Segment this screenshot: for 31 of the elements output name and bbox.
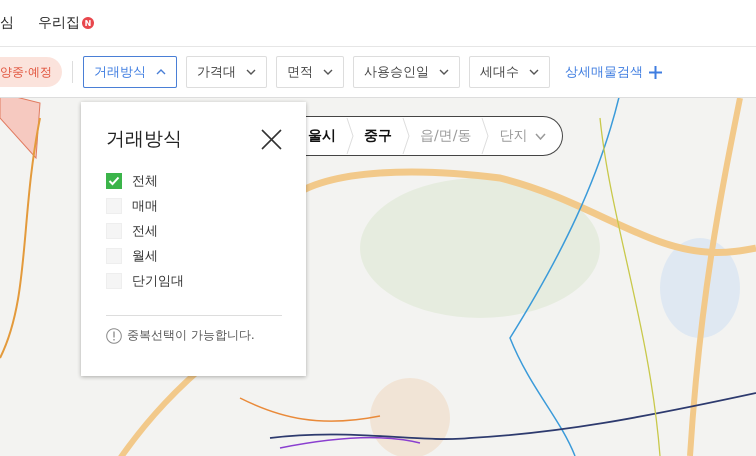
close-button[interactable] — [261, 128, 282, 150]
nav-link[interactable]: 심 — [0, 14, 14, 32]
option-label: 전체 — [132, 172, 158, 190]
filter-dropdown[interactable]: 거래방식 — [82, 56, 177, 88]
info-icon — [106, 328, 122, 344]
chevron-icon — [346, 117, 354, 155]
option-label: 매매 — [132, 198, 158, 214]
nav-link[interactable]: 우리집 — [38, 14, 80, 32]
hint-text: 중복선택이 가능합니다. — [127, 327, 255, 344]
caret-icon — [246, 69, 256, 75]
option-label: 단기임대 — [132, 272, 184, 290]
breadcrumb-item[interactable]: 중구 — [360, 127, 396, 145]
filter-dropdown[interactable]: 가격대 — [186, 56, 267, 88]
chevron-icon — [481, 117, 490, 155]
new-badge: N — [82, 17, 94, 29]
caret-icon — [322, 69, 333, 75]
filter-dropdown[interactable]: 세대수 — [468, 56, 550, 88]
caret-icon — [438, 69, 449, 75]
breadcrumb-item[interactable]: 울시 — [304, 127, 340, 145]
chevron-icon — [402, 117, 410, 155]
filter-dropdown[interactable]: 면적 — [276, 56, 344, 88]
filter-dropdown[interactable]: 사용승인일 — [352, 56, 460, 88]
checkbox[interactable] — [106, 172, 122, 188]
option-label: 월세 — [132, 248, 158, 264]
popup-title: 거래방식 — [106, 127, 182, 152]
plus-icon — [648, 66, 662, 78]
caret-icon — [156, 69, 166, 75]
detail-search-link[interactable]: 상세매물검색 — [558, 63, 668, 81]
option-label: 전세 — [132, 222, 158, 240]
caret-icon — [528, 69, 539, 75]
caret-icon — [535, 132, 546, 140]
